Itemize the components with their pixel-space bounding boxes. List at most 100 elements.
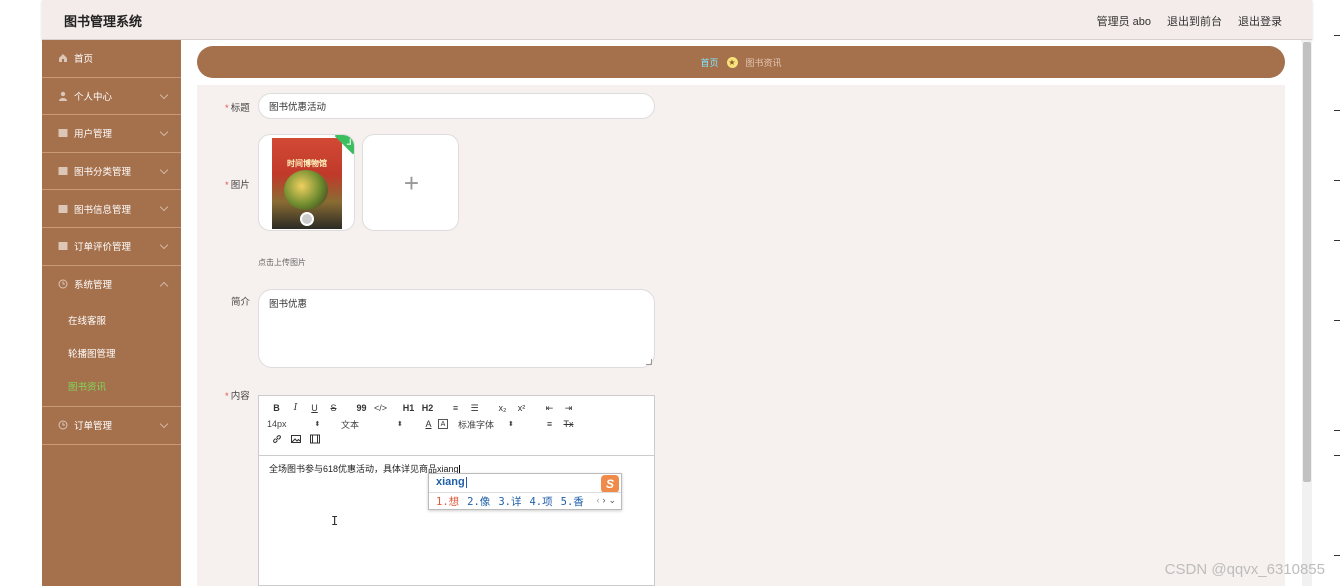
strikethrough-button[interactable]: S: [324, 403, 343, 413]
sidebar-item-system[interactable]: 系统管理: [42, 266, 181, 304]
intro-textarea[interactable]: 图书优惠: [258, 289, 655, 368]
font-family-select[interactable]: 标准字体 ⬍: [458, 418, 540, 431]
breadcrumb-current: 图书资讯: [745, 57, 782, 68]
sidebar-item-book-info[interactable]: 图书信息管理: [42, 190, 181, 228]
clock-icon: [58, 279, 68, 289]
bullet-list-button[interactable]: ☰: [465, 403, 484, 414]
chevron-down-icon: [159, 127, 169, 137]
font-color-button[interactable]: A: [419, 419, 438, 429]
italic-button[interactable]: I: [286, 403, 305, 413]
sidebar-item-label: 图书分类管理: [74, 167, 132, 179]
ime-next-icon[interactable]: ›: [602, 495, 605, 506]
font-size-select[interactable]: 14px ⬍: [267, 419, 341, 429]
link-icon[interactable]: [267, 434, 286, 446]
upload-add-button[interactable]: +: [362, 134, 459, 231]
background-color-button[interactable]: A: [438, 419, 448, 429]
sidebar-item-label: 个人中心: [74, 91, 113, 103]
underline-button[interactable]: U: [305, 403, 324, 413]
video-icon[interactable]: [305, 434, 324, 446]
star-icon: ★: [726, 56, 738, 68]
text-type-select[interactable]: 文本 ⬍: [341, 418, 419, 431]
ime-candidate[interactable]: 2.像: [467, 494, 490, 509]
ime-candidate[interactable]: 4.项: [529, 494, 552, 509]
code-block-button[interactable]: </>: [371, 403, 390, 413]
heading1-button[interactable]: H1: [399, 403, 418, 413]
sidebar-item-label: 订单管理: [74, 421, 113, 433]
bold-button[interactable]: B: [267, 403, 286, 413]
page-scrollbar[interactable]: [1302, 40, 1312, 586]
sidebar-item-label: 首页: [74, 54, 94, 66]
watermark: CSDN @qqvx_6310855: [1164, 561, 1325, 578]
sidebar-sub-item-online-service[interactable]: 在线客服: [42, 303, 181, 336]
sidebar-item-label: 订单评价管理: [74, 242, 132, 254]
image-label: * 图片: [225, 180, 250, 191]
ime-candidate[interactable]: 1.想: [436, 494, 459, 509]
chevron-down-icon: [159, 90, 169, 99]
chevron-down-icon: [159, 240, 169, 250]
sidebar-sub-item-book-news[interactable]: 图书资讯: [42, 369, 181, 402]
indent-button[interactable]: ⇥: [559, 403, 578, 414]
grid-icon: [58, 128, 68, 138]
resize-handle[interactable]: [646, 359, 652, 365]
title-input[interactable]: 图书优惠活动: [258, 93, 655, 119]
system-submenu: 在线客服 轮播图管理 图书资讯: [42, 303, 181, 408]
top-bar: 图书管理系统 管理员 abo 退出到前台 退出登录: [42, 0, 1312, 40]
book-cover-title: 时间博物馆: [287, 159, 327, 168]
sidebar: 首页 个人中心 用户管理 图书分类管理 图书信息管理 订单评价管理 系统管理 在…: [42, 40, 181, 586]
breadcrumb-home[interactable]: 首页: [700, 56, 718, 69]
app-title: 图书管理系统: [64, 14, 143, 29]
exit-to-front-link[interactable]: 退出到前台: [1167, 13, 1222, 29]
sidebar-item-home[interactable]: 首页: [42, 40, 181, 78]
image-icon[interactable]: [286, 434, 305, 446]
grid-icon: [58, 204, 68, 214]
blockquote-button[interactable]: 99: [352, 403, 371, 413]
uploaded-image-card[interactable]: 时间博物馆: [258, 134, 355, 231]
sidebar-item-order-review[interactable]: 订单评价管理: [42, 228, 181, 266]
scrollbar-thumb[interactable]: [1303, 42, 1311, 482]
chevron-down-icon: [159, 419, 169, 429]
editor-toolbar: B I U S 99 </> H1 H2 ≡ ☰ x₂ x² ⇤ ⇥ 14px …: [259, 396, 654, 456]
mouse-ibeam-cursor: I: [331, 514, 339, 528]
ime-pinyin: xiang: [436, 476, 467, 488]
user-name[interactable]: 管理员 abo: [1097, 13, 1151, 29]
sidebar-item-label: 图书信息管理: [74, 204, 132, 216]
plus-icon: +: [403, 168, 420, 198]
heading2-button[interactable]: H2: [418, 403, 437, 413]
ime-candidate-window: xiang S 1.想 2.像 3.详 4.项 5.香 ‹ › ⌄: [428, 473, 622, 510]
intro-text: 图书优惠: [269, 299, 308, 310]
grid-icon: [58, 166, 68, 176]
content-label: * 内容: [225, 391, 250, 402]
logout-link[interactable]: 退出登录: [1238, 13, 1282, 29]
grid-icon: [58, 241, 68, 251]
sidebar-item-users[interactable]: 用户管理: [42, 115, 181, 153]
sidebar-item-personal[interactable]: 个人中心: [42, 78, 181, 116]
clock-icon: [58, 420, 68, 430]
align-button[interactable]: ≡: [540, 419, 559, 429]
sidebar-item-label: 系统管理: [74, 280, 113, 292]
superscript-button[interactable]: x²: [512, 403, 531, 413]
main-area: 首页 ★ 图书资讯 * 标题 图书优惠活动 * 图片 时间博物馆 + 点击上传图片 …: [181, 40, 1301, 586]
book-cover-image: 时间博物馆: [272, 138, 342, 229]
ime-prev-icon[interactable]: ‹: [596, 495, 599, 506]
breadcrumb: 首页 ★ 图书资讯: [197, 46, 1285, 78]
home-icon: [58, 53, 68, 63]
chevron-down-icon: [159, 203, 169, 212]
sidebar-sub-item-carousel[interactable]: 轮播图管理: [42, 336, 181, 369]
intro-label: 简介: [231, 297, 251, 308]
ime-logo-icon: S: [601, 475, 619, 493]
ime-page-nav: ‹ › ⌄: [596, 495, 616, 506]
ime-candidate[interactable]: 5.香: [561, 494, 584, 509]
ime-candidate[interactable]: 3.详: [498, 494, 521, 509]
title-label: * 标题: [225, 103, 250, 114]
sidebar-item-label: 用户管理: [74, 129, 113, 141]
clear-format-button[interactable]: Tx: [559, 419, 578, 429]
chevron-down-icon: [159, 165, 169, 175]
sidebar-item-orders[interactable]: 订单管理: [42, 407, 181, 445]
ime-expand-icon[interactable]: ⌄: [608, 495, 616, 506]
outdent-button[interactable]: ⇤: [540, 403, 559, 414]
chevron-up-icon: [159, 281, 169, 290]
header-actions: 管理员 abo 退出到前台 退出登录: [1097, 13, 1282, 29]
subscript-button[interactable]: x₂: [493, 403, 512, 413]
sidebar-item-book-category[interactable]: 图书分类管理: [42, 153, 181, 191]
ordered-list-button[interactable]: ≡: [446, 403, 465, 413]
